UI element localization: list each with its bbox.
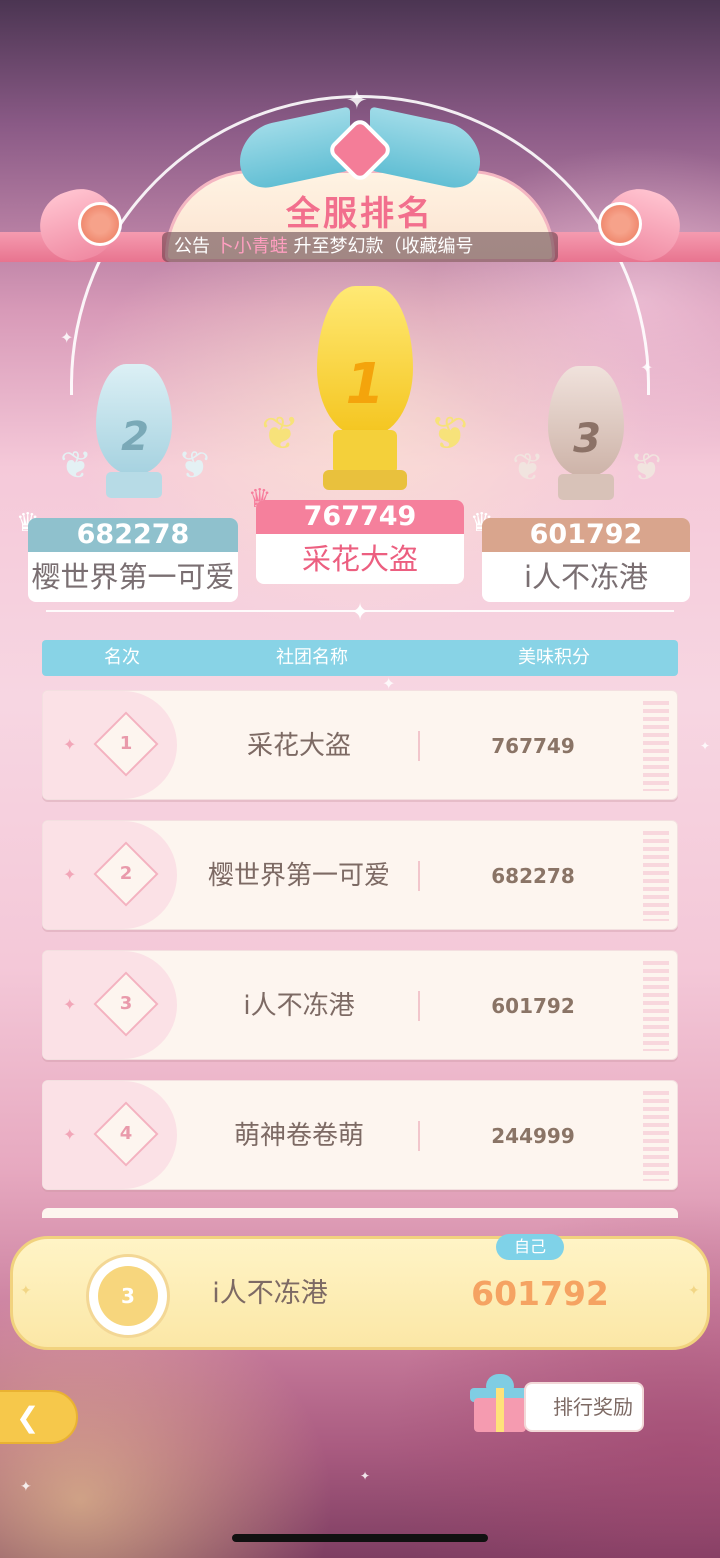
- podium-score: 767749: [256, 500, 464, 534]
- sparkle-icon: ✦: [20, 1479, 32, 1495]
- trophy-number: 1: [345, 352, 385, 417]
- column-header-rank: 名次: [104, 647, 140, 668]
- row-rank: 2: [119, 863, 133, 884]
- column-header-club: 社团名称: [276, 647, 348, 668]
- table-row[interactable]: ✦ 2 樱世界第一可爱 682278: [42, 820, 678, 930]
- sparkle-icon: ✦: [63, 1125, 77, 1144]
- table-row[interactable]: ✦ 1 采花大盗 767749: [42, 690, 678, 800]
- podium-card-first[interactable]: 767749 采花大盗: [256, 500, 464, 584]
- self-club-name: i人不冻港: [212, 1278, 328, 1309]
- back-button[interactable]: ❮: [0, 1390, 78, 1444]
- sparkle-icon: ✦: [63, 865, 77, 884]
- podium-card-third[interactable]: 601792 i人不冻港: [482, 518, 690, 602]
- right-rose-bow-icon: [560, 179, 689, 272]
- sparkle-icon: ✦: [688, 1283, 700, 1299]
- divider-star-icon: ✦: [350, 598, 371, 626]
- announcement-player-name: 卜小青蛙: [215, 236, 288, 257]
- announcement-text: 升至梦幻款（收藏编号: [293, 236, 474, 257]
- ranking-reward-button[interactable]: 排行奖励: [524, 1382, 644, 1432]
- row-club-name: 樱世界第一可爱: [207, 861, 390, 891]
- sparkle-icon: ✦: [60, 328, 74, 347]
- table-row-partial: [42, 1208, 678, 1218]
- self-rank: 3: [98, 1266, 158, 1326]
- home-indicator[interactable]: [232, 1534, 488, 1542]
- podium-card-second[interactable]: 682278 樱世界第一可爱: [28, 518, 238, 602]
- announcement-marquee: 公告 卜小青蛙 升至梦幻款（收藏编号: [162, 232, 558, 262]
- sparkle-icon: ✦: [63, 735, 77, 754]
- podium-club-name: 樱世界第一可爱: [31, 560, 235, 594]
- announcement-prefix: 公告: [174, 236, 210, 257]
- row-score: 244999: [491, 1124, 575, 1148]
- page-title: 全服排名: [286, 194, 434, 234]
- table-header: 名次 社团名称 美味积分: [42, 640, 678, 676]
- row-rank: 1: [119, 733, 133, 754]
- row-club-name: 采花大盗: [246, 731, 351, 761]
- self-score: 601792: [471, 1274, 609, 1313]
- row-rank: 4: [119, 1123, 133, 1144]
- podium-score: 682278: [28, 518, 238, 552]
- sparkle-icon: ✦: [20, 1283, 32, 1299]
- row-club-name: 萌神卷卷萌: [233, 1121, 364, 1151]
- sparkle-icon: ✦: [63, 995, 77, 1014]
- podium-club-name: i人不冻港: [523, 560, 649, 594]
- trophy-first-place: ❦ ❦ 1: [261, 280, 469, 510]
- table-row[interactable]: ✦ 3 i人不冻港 601792: [42, 950, 678, 1060]
- back-arrow-icon: ❮: [16, 1401, 40, 1434]
- row-club-name: i人不冻港: [243, 991, 355, 1021]
- row-score: 601792: [491, 994, 575, 1018]
- trophy-number: 3: [573, 416, 601, 462]
- left-rose-bow-icon: [31, 179, 160, 272]
- row-rank: 3: [119, 993, 133, 1014]
- trophy-third-place: ❦ ❦ 3: [512, 362, 662, 512]
- blue-bow-icon: [240, 106, 480, 194]
- gift-box-icon[interactable]: [468, 1374, 532, 1434]
- sparkle-icon: ✦: [700, 739, 711, 753]
- podium-score: 601792: [482, 518, 690, 552]
- podium-club-name: 采花大盗: [301, 542, 418, 576]
- row-score: 767749: [491, 734, 575, 758]
- trophy-second-place: ❦ ❦ 2: [60, 360, 210, 510]
- table-row[interactable]: ✦ 4 萌神卷卷萌 244999: [42, 1080, 678, 1190]
- self-tag: 自己: [496, 1234, 564, 1260]
- row-score: 682278: [491, 864, 575, 888]
- column-header-score: 美味积分: [518, 647, 590, 668]
- sparkle-icon: ✦: [360, 1469, 371, 1483]
- trophy-number: 2: [121, 414, 149, 460]
